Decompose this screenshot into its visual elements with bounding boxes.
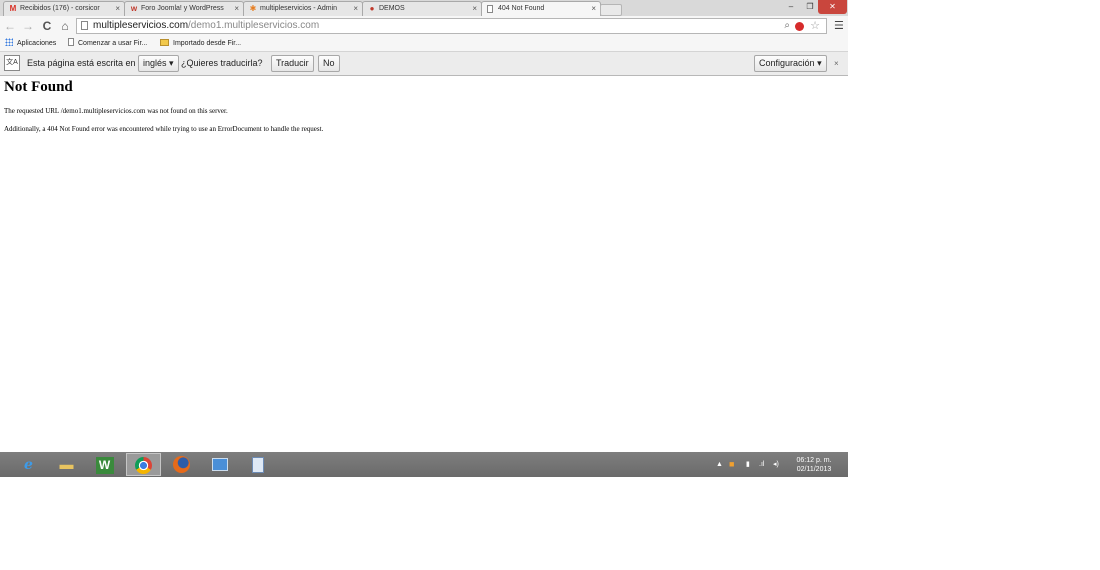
restore-button[interactable]: ❐ (802, 0, 818, 14)
tab-title: Foro Joomla! y WordPress (141, 5, 224, 12)
browser-window: M Recibidos (176) - corsicor × w Foro Jo… (0, 0, 848, 477)
translate-icon: 文A (4, 55, 20, 71)
bookmark-importado[interactable]: Importado desde Fir... (160, 38, 241, 49)
page-title: Not Found (4, 79, 73, 95)
close-icon[interactable]: × (591, 2, 596, 16)
clock-time: 06:12 p. m. (796, 457, 832, 464)
internet-explorer-icon[interactable]: e (11, 453, 46, 476)
bookmark-apps[interactable]: Aplicaciones (5, 38, 56, 49)
joomla-icon: ✱ (249, 4, 257, 13)
page-icon (68, 38, 74, 46)
page-icon (487, 5, 493, 13)
language-select[interactable]: inglés ▾ (138, 55, 179, 72)
wordpad-icon[interactable]: W (87, 453, 122, 476)
tab-admin[interactable]: ✱ multipleservicios - Admin × (243, 1, 363, 16)
tab-strip: M Recibidos (176) - corsicor × w Foro Jo… (0, 0, 848, 17)
home-icon[interactable]: ⌂ (58, 19, 72, 33)
tab-foro[interactable]: w Foro Joomla! y WordPress × (124, 1, 244, 16)
clock-date: 02/11/2013 (796, 466, 832, 473)
close-icon[interactable]: × (115, 2, 120, 16)
bookmark-label: Importado desde Fir... (173, 40, 242, 47)
menu-icon[interactable]: ☰ (834, 19, 844, 33)
chevron-down-icon: ▾ (817, 58, 822, 68)
tab-gmail[interactable]: M Recibidos (176) - corsicor × (3, 1, 125, 16)
gmail-icon: M (9, 4, 17, 13)
apps-grid-icon (5, 38, 13, 46)
url-text[interactable]: multipleservicios.com/demo1.multipleserv… (93, 19, 319, 33)
infobar-question: ¿Quieres traducirla? (181, 58, 263, 68)
demos-icon: ● (369, 4, 375, 13)
url-host: multipleservicios.com (93, 20, 189, 31)
zoom-icon[interactable]: ⌕ (784, 20, 790, 31)
close-icon[interactable]: × (353, 2, 358, 16)
close-icon[interactable]: × (472, 2, 477, 16)
bookmark-star-icon[interactable]: ☆ (810, 19, 820, 32)
browser-toolbar: ← → C ⌂ multipleservicios.com/demo1.mult… (0, 16, 848, 36)
error-detail: Additionally, a 404 Not Found error was … (4, 125, 324, 133)
extension-icon[interactable] (795, 22, 804, 31)
folder-icon (160, 39, 169, 46)
clock[interactable]: 06:12 p. m. 02/11/2013 (792, 456, 836, 474)
bookmarks-bar: Aplicaciones Comenzar a usar Fir... Impo… (0, 36, 848, 52)
signal-icon[interactable]: .ıl (759, 452, 764, 477)
bookmark-comenzar[interactable]: Comenzar a usar Fir... (68, 38, 147, 49)
firefox-icon[interactable] (164, 453, 199, 476)
back-arrow-icon[interactable]: ← (3, 19, 17, 33)
tab-title: multipleservicios - Admin (260, 5, 338, 12)
tab-demos[interactable]: ● DEMOS × (362, 1, 482, 16)
network-icon[interactable] (202, 453, 237, 476)
infobar-prefix: Esta página está escrita en (27, 58, 136, 68)
wordpress-icon: w (130, 4, 138, 13)
language-value: inglés (143, 58, 167, 68)
close-window-button[interactable]: ✕ (818, 0, 847, 14)
close-icon[interactable]: × (234, 2, 239, 16)
address-bar[interactable]: multipleservicios.com/demo1.multipleserv… (76, 18, 827, 34)
settings-label: Configuración (759, 58, 815, 68)
tab-404[interactable]: 404 Not Found × (481, 1, 601, 17)
translate-infobar: 文A Esta página está escrita en inglés ▾ … (0, 52, 848, 76)
action-center-icon[interactable]: ■ (729, 452, 734, 477)
battery-icon[interactable]: ▮ (746, 452, 750, 477)
bookmark-label: Comenzar a usar Fir... (78, 40, 148, 47)
translate-button[interactable]: Traducir (271, 55, 314, 72)
tab-title: DEMOS (379, 5, 405, 12)
volume-icon[interactable]: ◂) (773, 452, 779, 477)
no-button[interactable]: No (318, 55, 340, 72)
show-hidden-icons[interactable]: ▲ (716, 452, 723, 477)
chrome-icon[interactable] (126, 453, 161, 476)
chevron-down-icon: ▾ (169, 58, 174, 68)
page-content: Not Found The requested URL /demo1.multi… (0, 76, 848, 451)
tab-title: Recibidos (176) - corsicor (20, 5, 100, 12)
file-explorer-icon[interactable]: ▬ (49, 453, 84, 476)
calculator-icon[interactable] (240, 453, 275, 476)
page-icon (81, 21, 88, 30)
error-message: The requested URL /demo1.multipleservici… (4, 107, 228, 115)
tab-title: 404 Not Found (498, 5, 545, 12)
reload-icon[interactable]: C (40, 19, 54, 33)
minimize-button[interactable]: – (780, 0, 802, 14)
settings-dropdown[interactable]: Configuración ▾ (754, 55, 827, 72)
url-path: /demo1.multipleservicios.com (188, 20, 320, 31)
bookmark-label: Aplicaciones (17, 40, 57, 47)
new-tab-button[interactable] (600, 4, 622, 16)
forward-arrow-icon[interactable]: → (21, 19, 35, 33)
taskbar: e ▬ W ▲ ■ ▮ .ıl ◂) 06:12 p. m. 02/11/201… (0, 452, 848, 477)
close-icon[interactable]: × (834, 52, 839, 75)
